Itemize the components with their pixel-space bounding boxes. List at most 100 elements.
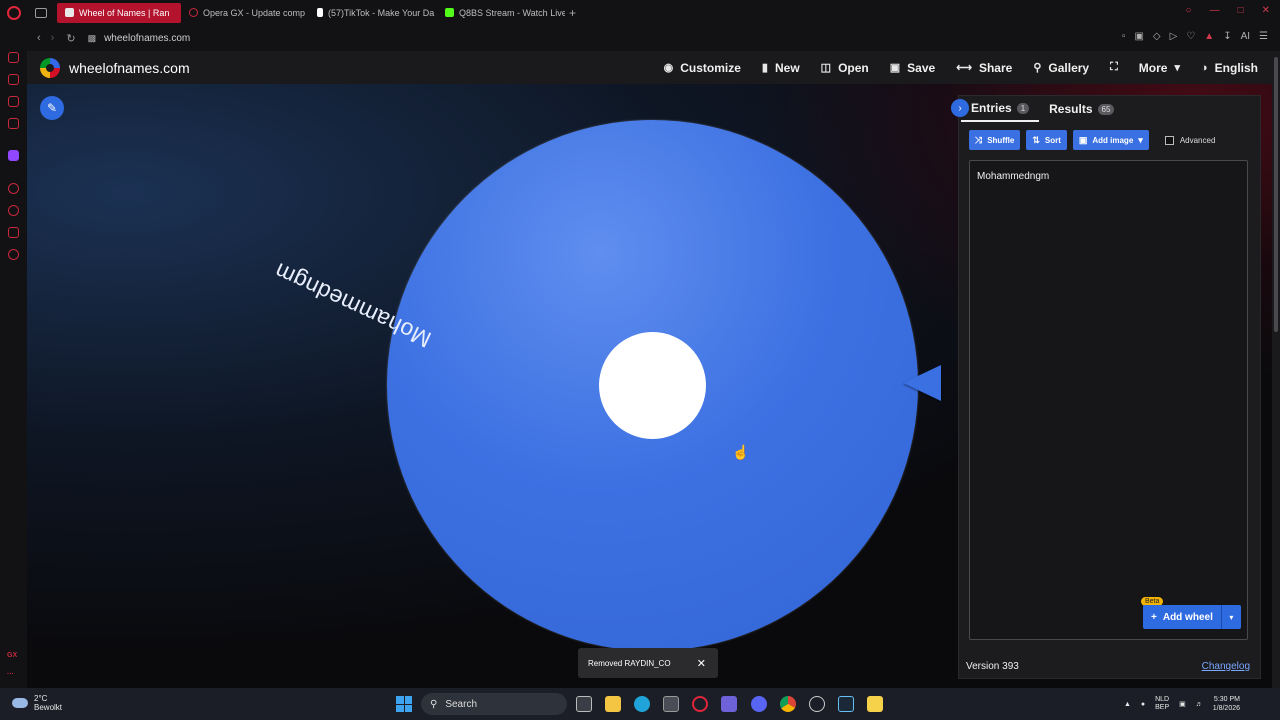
task-view-icon[interactable] bbox=[576, 696, 592, 712]
settings-icon[interactable] bbox=[8, 249, 19, 260]
advanced-checkbox[interactable] bbox=[1164, 135, 1174, 145]
maximize-icon[interactable]: □ bbox=[1238, 5, 1244, 16]
windows-start-icon[interactable] bbox=[396, 696, 412, 712]
menu-icon[interactable]: ☰ bbox=[1259, 31, 1268, 42]
opera-sidebar: GX ··· bbox=[0, 25, 27, 688]
play-icon[interactable]: ▷ bbox=[1170, 31, 1178, 42]
customize-button[interactable]: ◉ Customize bbox=[664, 61, 741, 75]
tab-entries[interactable]: Entries 1 bbox=[961, 96, 1040, 122]
shuffle-button[interactable]: ⤨ Shuffle bbox=[969, 130, 1021, 150]
site-name[interactable]: wheelofnames.com bbox=[69, 60, 190, 76]
wheel-center-hub[interactable] bbox=[599, 332, 706, 439]
add-image-button[interactable]: ▣ Add image ▾ bbox=[1072, 130, 1149, 150]
scrollbar-thumb[interactable] bbox=[1274, 57, 1278, 332]
add-wheel-dropdown[interactable]: ▾ bbox=[1220, 605, 1241, 629]
chat-icon[interactable] bbox=[8, 227, 19, 238]
edit-pencil-icon[interactable]: ✎ bbox=[40, 96, 64, 120]
close-window-icon[interactable]: ✕ bbox=[1262, 5, 1270, 16]
app-circle-icon[interactable] bbox=[809, 696, 825, 712]
snapshot-icon[interactable]: ▣ bbox=[1134, 31, 1143, 42]
reload-icon[interactable]: ↻ bbox=[66, 32, 75, 45]
forward-icon[interactable]: › bbox=[51, 32, 55, 44]
bookmark-icon[interactable]: ▫ bbox=[1122, 31, 1126, 42]
changelog-link[interactable]: Changelog bbox=[1202, 661, 1250, 672]
share-button[interactable]: ⟷ Share bbox=[956, 61, 1012, 75]
heart-icon[interactable]: ♡ bbox=[1186, 31, 1195, 42]
language-button[interactable]: ◑ English bbox=[1201, 61, 1258, 75]
browser-tab-opera-update[interactable]: Opera GX - Update comp bbox=[181, 3, 309, 23]
advanced-toggle[interactable]: Advanced bbox=[1164, 135, 1215, 145]
history-icon[interactable] bbox=[8, 183, 19, 194]
minimize-icon[interactable]: — bbox=[1210, 5, 1220, 16]
tab-results[interactable]: Results 65 bbox=[1039, 96, 1124, 122]
opera-logo-icon[interactable] bbox=[7, 5, 21, 20]
gx-icon[interactable]: GX bbox=[7, 652, 17, 659]
volume-icon[interactable]: ♬ bbox=[1196, 701, 1203, 708]
browser-tab-tiktok[interactable]: (57)TikTok - Make Your Da bbox=[309, 3, 437, 23]
globe-icon: ◑ bbox=[1201, 61, 1208, 74]
clock[interactable]: 5:30 PM 1/8/2026 bbox=[1213, 695, 1240, 713]
chrome-icon[interactable] bbox=[780, 696, 796, 712]
taskbar-search[interactable]: ⚲ Search bbox=[421, 693, 567, 715]
gallery-button[interactable]: ⚲ Gallery bbox=[1033, 61, 1089, 75]
more-dots-icon[interactable]: ··· bbox=[7, 671, 14, 678]
ai-button[interactable]: AI bbox=[1241, 31, 1250, 42]
version-label: Version 393 bbox=[966, 661, 1019, 672]
more-button[interactable]: More ▾ bbox=[1139, 61, 1180, 75]
gx-corner-icon[interactable] bbox=[8, 74, 19, 85]
discord-icon[interactable] bbox=[751, 696, 767, 712]
chevron-up-icon[interactable]: ▲ bbox=[1124, 701, 1131, 708]
player-icon[interactable] bbox=[8, 96, 19, 107]
page-scrollbar[interactable] bbox=[1272, 51, 1280, 688]
new-label: New bbox=[774, 60, 800, 75]
vpn-icon[interactable]: ◇ bbox=[1153, 31, 1161, 42]
cloud-icon bbox=[12, 698, 28, 708]
results-count-badge: 65 bbox=[1097, 103, 1115, 115]
search-tabs-icon[interactable]: ○ bbox=[1186, 5, 1192, 16]
store-icon[interactable] bbox=[663, 696, 679, 712]
clock-icon[interactable] bbox=[8, 205, 19, 216]
search-icon: ⚲ bbox=[430, 698, 438, 710]
entry-line: Mohammedngm bbox=[977, 171, 1050, 182]
browser-tab-strip: Wheel of Names | Ran Opera GX - Update c… bbox=[0, 0, 1280, 25]
twitch-icon[interactable] bbox=[8, 150, 19, 161]
tab-workspaces-icon[interactable] bbox=[35, 7, 47, 18]
add-wheel-button-group: + Add wheel ▾ bbox=[1143, 605, 1241, 629]
window-controls: ○ — □ ✕ bbox=[1186, 5, 1270, 16]
edge-icon[interactable] bbox=[634, 696, 650, 712]
weather-widget[interactable]: 2°C Bewolkt bbox=[12, 694, 62, 712]
network-icon[interactable]: ▣ bbox=[1179, 700, 1186, 708]
wheel-logo-icon[interactable] bbox=[40, 57, 60, 78]
lang-top: NLD bbox=[1155, 696, 1170, 703]
add-wheel-button[interactable]: + Add wheel bbox=[1143, 605, 1221, 629]
opera-gx-taskbar-icon[interactable] bbox=[692, 696, 708, 712]
add-wheel-label: Add wheel bbox=[1162, 611, 1213, 623]
lock-icon[interactable]: ▩ bbox=[88, 33, 97, 44]
new-tab-button[interactable]: + bbox=[569, 6, 576, 20]
wheel-canvas: ✎ Mohammedngm ☝ Entries 1 Results 65 › ⤨… bbox=[27, 84, 1272, 688]
browser-tab-q8bs[interactable]: Q8BS Stream - Watch Live bbox=[437, 3, 565, 23]
entries-textarea[interactable]: Mohammedngm Beta + Add wheel ▾ bbox=[969, 160, 1248, 640]
entries-count-badge: 1 bbox=[1016, 102, 1030, 114]
close-icon[interactable]: ✕ bbox=[697, 657, 706, 670]
steam-icon[interactable] bbox=[838, 696, 854, 712]
weather-text: 2°C Bewolkt bbox=[34, 694, 62, 712]
new-button[interactable]: ▮ New bbox=[762, 61, 800, 75]
gx-control-icon[interactable] bbox=[8, 52, 19, 63]
messenger-icon[interactable] bbox=[8, 118, 19, 129]
back-icon[interactable]: ‹ bbox=[37, 32, 41, 44]
file-explorer-icon[interactable] bbox=[605, 696, 621, 712]
microphone-icon[interactable]: ● bbox=[1141, 701, 1145, 708]
app-icon[interactable] bbox=[721, 696, 737, 712]
browser-tab-wheel-of-names[interactable]: Wheel of Names | Ran bbox=[57, 2, 181, 23]
open-button[interactable]: ◫ Open bbox=[821, 61, 869, 75]
sort-button[interactable]: ⇅ Sort bbox=[1026, 130, 1067, 150]
save-button[interactable]: ▣ Save bbox=[890, 61, 935, 75]
app-yellow-icon[interactable] bbox=[867, 696, 883, 712]
language-indicator[interactable]: NLD BEP bbox=[1155, 696, 1169, 712]
url-field[interactable]: wheelofnames.com bbox=[104, 33, 190, 44]
wallet-icon[interactable]: ▲ bbox=[1204, 31, 1214, 42]
chevron-right-icon[interactable]: › bbox=[951, 99, 969, 117]
fullscreen-button[interactable]: ⛶ bbox=[1110, 61, 1118, 74]
download-icon[interactable]: ↧ bbox=[1223, 31, 1231, 42]
